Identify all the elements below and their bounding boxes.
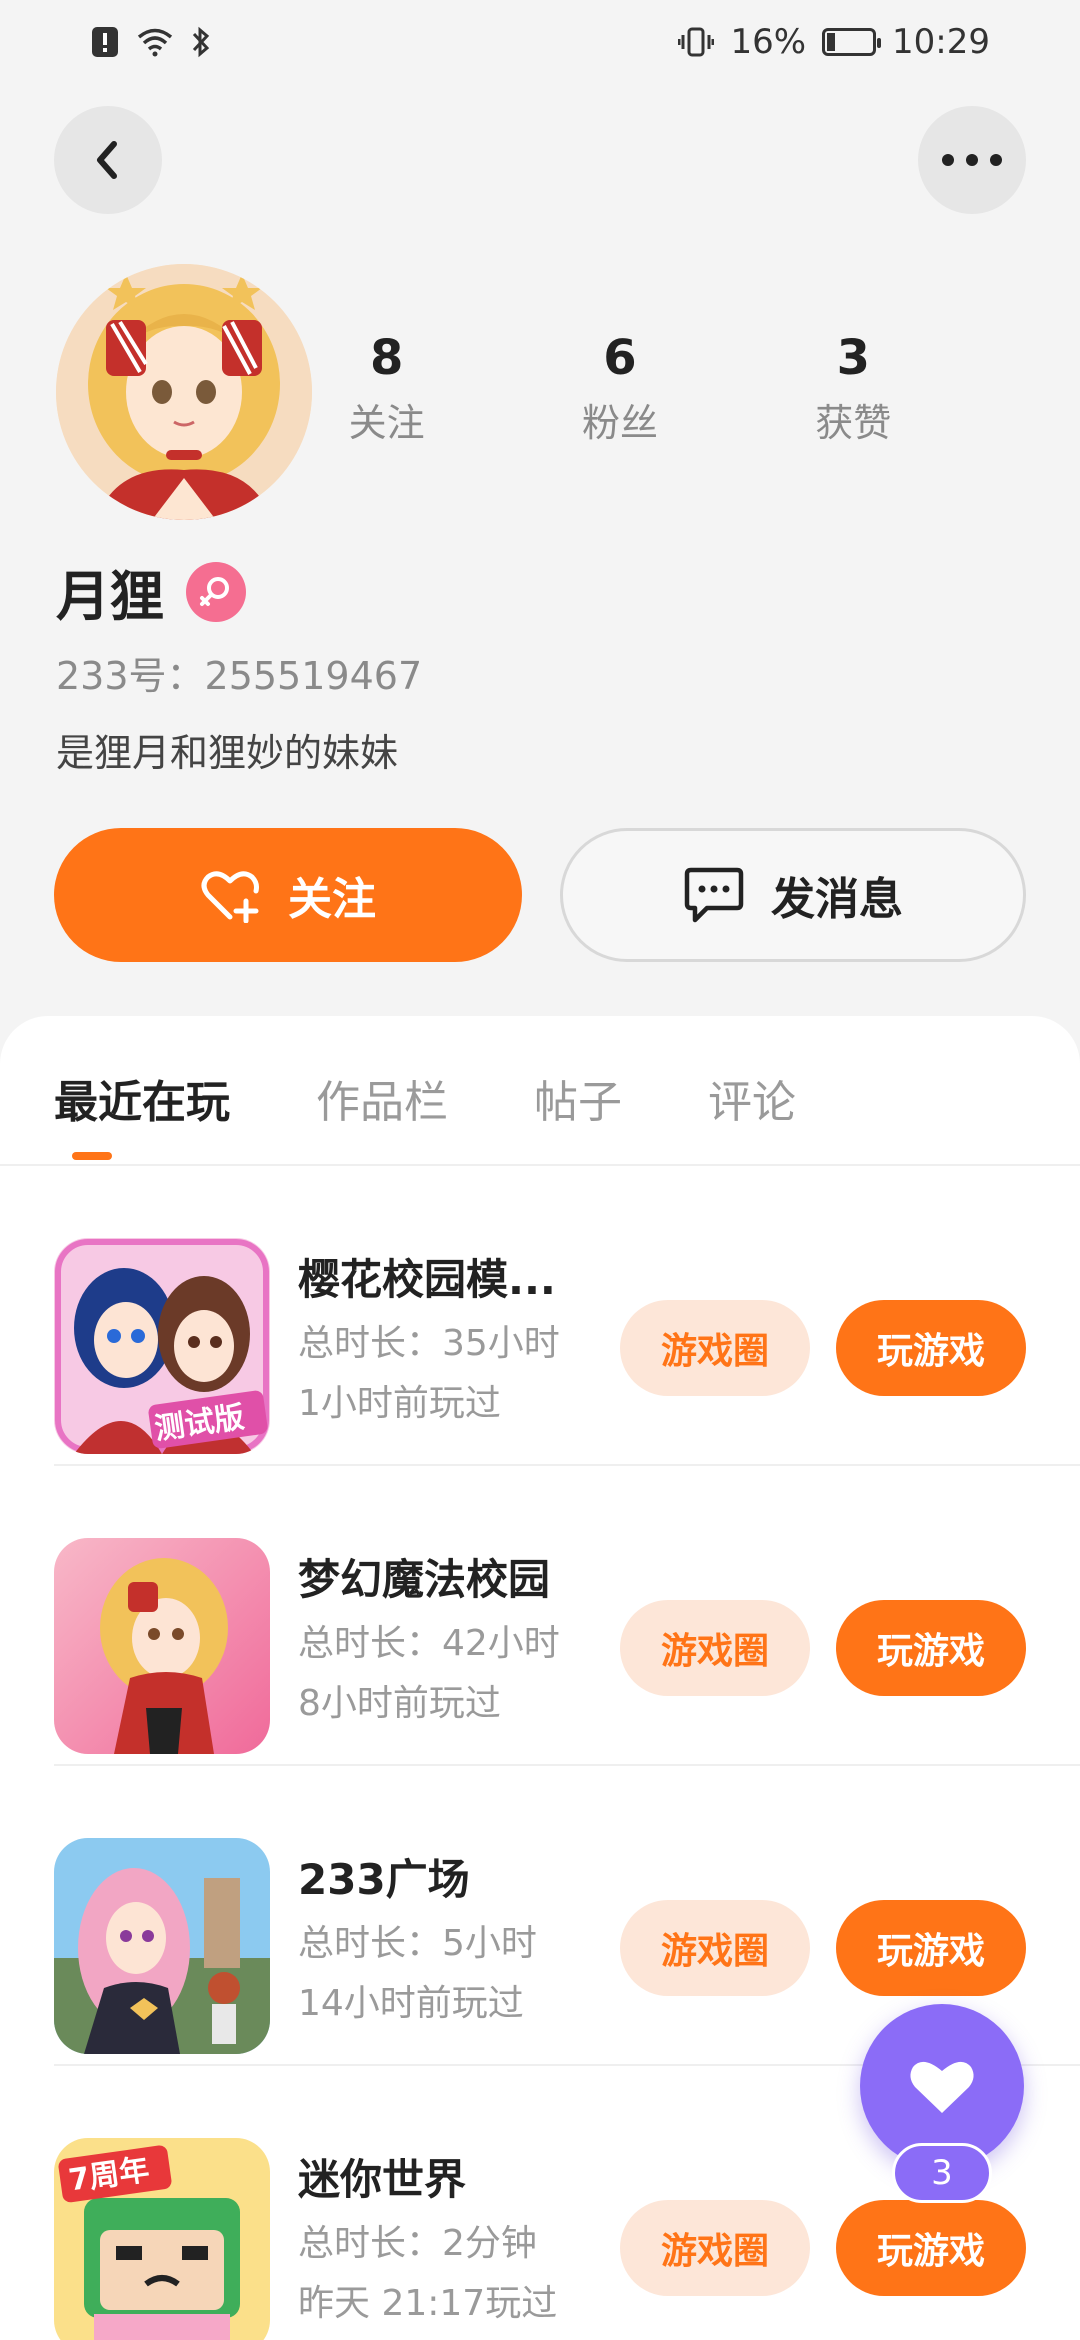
game-name: 梦幻魔法校园	[298, 1555, 551, 1604]
message-label: 发消息	[771, 874, 903, 925]
stat-followers[interactable]: 6 粉丝	[520, 330, 720, 447]
active-tab-indicator	[72, 1152, 112, 1160]
tab-works[interactable]: 作品栏	[316, 1066, 448, 1130]
game-icon	[54, 1838, 270, 2054]
stat-value: 8	[369, 330, 404, 386]
game-duration: 总时长：35小时	[298, 1323, 560, 1364]
battery-charging-icon	[822, 28, 882, 56]
user-id: 233号：255519467	[56, 654, 423, 698]
game-last-played: 昨天 21:17玩过	[298, 2283, 558, 2324]
game-last-played: 8小时前玩过	[298, 1683, 501, 1724]
tab-comments[interactable]: 评论	[708, 1066, 796, 1130]
game-duration: 总时长：2分钟	[298, 2223, 537, 2264]
follow-label: 关注	[288, 874, 376, 925]
tab-recently-played[interactable]: 最近在玩	[54, 1066, 230, 1130]
tab-bar: 最近在玩 作品栏 帖子 评论	[54, 1066, 796, 1130]
play-game-button[interactable]: 玩游戏	[836, 1900, 1026, 1996]
more-button[interactable]	[918, 106, 1026, 214]
game-icon	[54, 1538, 270, 1754]
heart-icon	[910, 2061, 974, 2113]
chat-bubble-icon	[684, 867, 744, 923]
stat-value: 3	[836, 330, 871, 386]
status-bar: 16% 10:29	[0, 0, 1080, 84]
profile-name: 月狸	[56, 565, 164, 628]
battery-percent: 16%	[730, 22, 807, 62]
alert-icon	[90, 25, 120, 59]
play-game-button[interactable]: 玩游戏	[836, 2200, 1026, 2296]
stat-label: 粉丝	[581, 401, 658, 445]
like-count-badge: 3	[892, 2143, 992, 2203]
back-arrow-icon	[97, 141, 117, 179]
vibrate-icon	[678, 26, 715, 58]
message-button[interactable]: 发消息	[560, 828, 1026, 962]
game-name: 迷你世界	[298, 2155, 467, 2204]
stat-following[interactable]: 8 关注	[287, 330, 487, 447]
back-button[interactable]	[54, 106, 162, 214]
game-duration: 总时长：5小时	[298, 1923, 537, 1964]
list-item[interactable]: 梦幻魔法校园 总时长：42小时 8小时前玩过 游戏圈 玩游戏	[0, 1466, 1080, 1766]
status-left	[90, 25, 212, 59]
stat-value: 6	[603, 330, 637, 386]
game-icon: 7周年	[54, 2138, 270, 2340]
play-game-button[interactable]: 玩游戏	[836, 1600, 1026, 1696]
wifi-icon	[136, 27, 174, 57]
play-game-button[interactable]: 玩游戏	[836, 1300, 1026, 1396]
female-icon	[186, 561, 246, 622]
game-circle-button[interactable]: 游戏圈	[620, 1600, 810, 1696]
game-duration: 总时长：42小时	[298, 1623, 560, 1664]
tab-posts[interactable]: 帖子	[534, 1066, 622, 1130]
game-circle-button[interactable]: 游戏圈	[620, 1300, 810, 1396]
heart-plus-icon	[201, 871, 259, 923]
profile-bio: 是狸月和狸妙的妹妹	[56, 731, 399, 775]
list-item[interactable]: 测试版 樱花校园模... 总时长：35小时 1小时前玩过 游戏圈 玩游戏	[0, 1166, 1080, 1466]
profile-stats: 8 关注 6 粉丝 3 获赞	[270, 330, 970, 447]
bluetooth-icon	[190, 25, 212, 59]
follow-button[interactable]: 关注	[54, 828, 522, 962]
game-last-played: 14小时前玩过	[298, 1983, 524, 2024]
game-icon: 测试版	[54, 1238, 270, 1454]
more-dots-icon	[942, 154, 1002, 166]
game-circle-button[interactable]: 游戏圈	[620, 2200, 810, 2296]
stat-label: 获赞	[815, 401, 892, 445]
clock: 10:29	[892, 22, 990, 62]
game-name: 233广场	[298, 1855, 470, 1904]
stat-label: 关注	[348, 401, 425, 445]
status-right: 16% 10:29	[678, 22, 990, 62]
game-last-played: 1小时前玩过	[298, 1383, 501, 1424]
game-circle-button[interactable]: 游戏圈	[620, 1900, 810, 1996]
name-row: 月狸	[56, 552, 246, 631]
stat-likes[interactable]: 3 获赞	[753, 330, 953, 447]
game-name: 樱花校园模...	[298, 1255, 556, 1304]
